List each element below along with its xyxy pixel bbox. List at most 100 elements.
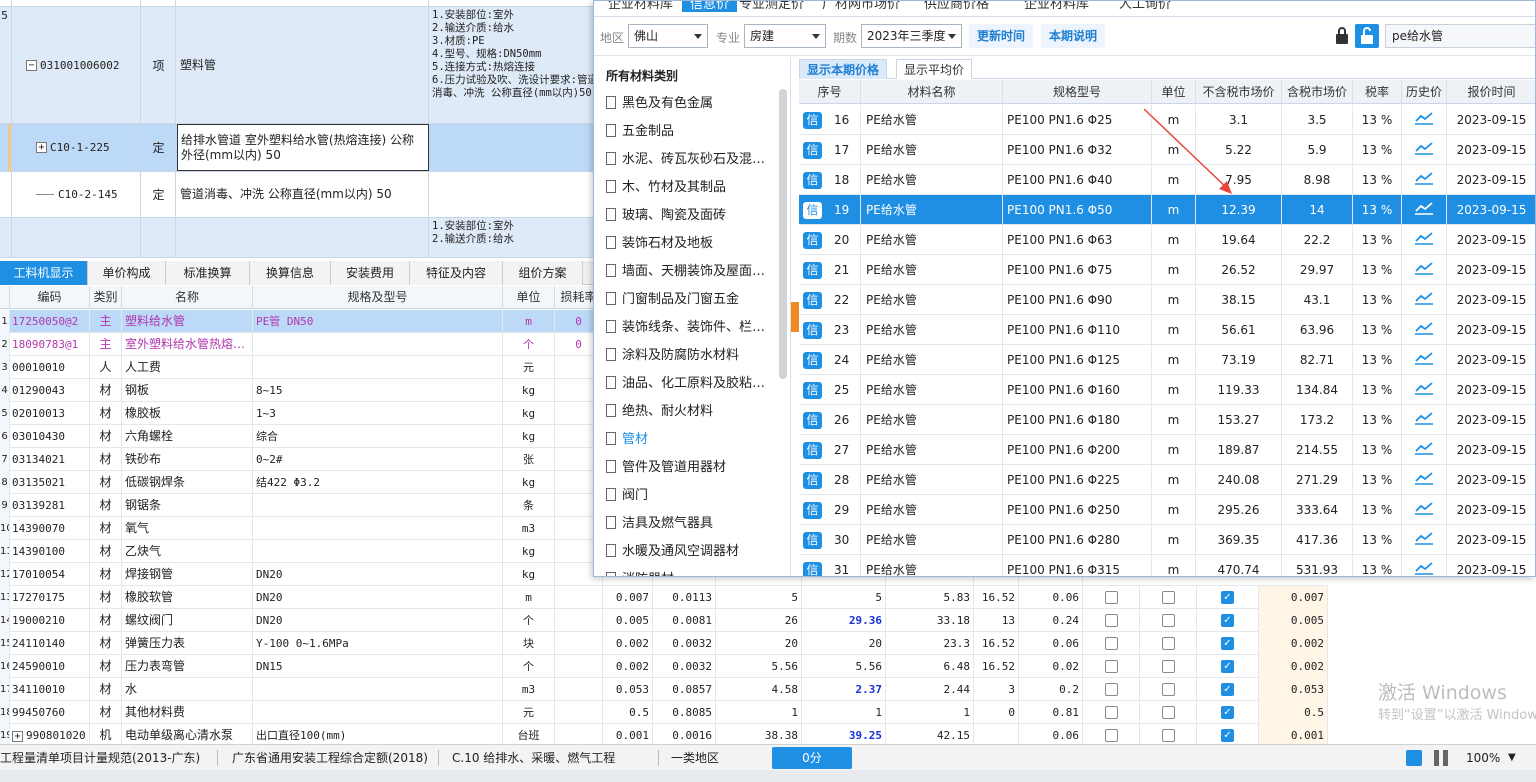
update-time-button[interactable]: 更新时间 bbox=[969, 24, 1034, 48]
checkbox[interactable] bbox=[1104, 706, 1118, 719]
price-source-tab-1[interactable]: 信息价 bbox=[682, 1, 738, 12]
history-chart-icon[interactable] bbox=[1414, 196, 1434, 226]
history-chart-icon[interactable] bbox=[1414, 256, 1434, 286]
checkbox-checked[interactable]: ✓ bbox=[1221, 614, 1234, 627]
category-item[interactable]: 消防器材 bbox=[606, 566, 771, 576]
info-badge-icon[interactable]: 信 bbox=[803, 232, 822, 249]
category-item[interactable]: 阀门 bbox=[606, 482, 771, 510]
split-view-icon[interactable] bbox=[1434, 750, 1448, 766]
history-chart-icon[interactable] bbox=[1414, 106, 1434, 136]
history-chart-icon[interactable] bbox=[1414, 286, 1434, 316]
price-row[interactable]: 信 27 PE给水管 PE100 PN1.6 Φ200 m 189.87 214.55 13 … bbox=[799, 435, 1535, 465]
tree-row[interactable]: 1.安装部位:室外 2.输送介质:给水 bbox=[0, 218, 600, 258]
history-chart-icon[interactable] bbox=[1414, 406, 1434, 436]
period-explain-button[interactable]: 本期说明 bbox=[1041, 24, 1106, 48]
info-badge-icon[interactable]: 信 bbox=[803, 112, 822, 129]
info-badge-icon[interactable]: 信 bbox=[803, 412, 822, 429]
price-row[interactable]: 信 25 PE给水管 PE100 PN1.6 Φ160 m 119.33 134.84 13 … bbox=[799, 375, 1535, 406]
checkbox[interactable] bbox=[1104, 637, 1118, 650]
history-chart-icon[interactable] bbox=[1414, 346, 1434, 376]
price-row[interactable]: 信 30 PE给水管 PE100 PN1.6 Φ280 m 369.35 417.36 13 … bbox=[799, 525, 1535, 555]
tab-1[interactable]: 单价构成 bbox=[88, 261, 166, 285]
checkbox[interactable] bbox=[1161, 591, 1175, 604]
info-badge-icon[interactable]: 信 bbox=[803, 352, 822, 369]
info-badge-icon[interactable]: 信 bbox=[803, 382, 822, 399]
checkbox[interactable] bbox=[1161, 637, 1175, 650]
category-item[interactable]: 装饰石材及地板 bbox=[606, 230, 771, 258]
checkbox[interactable] bbox=[1161, 683, 1175, 696]
expand-icon[interactable]: + bbox=[36, 142, 47, 153]
price-row[interactable]: 信 28 PE给水管 PE100 PN1.6 Φ225 m 240.08 271.29 13 … bbox=[799, 465, 1535, 495]
expand-icon[interactable]: + bbox=[12, 730, 23, 742]
checkbox[interactable] bbox=[1161, 729, 1175, 742]
info-badge-icon[interactable]: 信 bbox=[803, 532, 822, 549]
grid-row[interactable]: 1624590010材压力表弯管DN15个0.0020.00325.565.56… bbox=[0, 655, 1328, 678]
collapse-icon[interactable]: − bbox=[26, 59, 37, 71]
price-source-tab-6[interactable]: 人工询价 bbox=[1119, 1, 1171, 12]
grid-row[interactable]: 1524110140材弹簧压力表Y-100 0~1.6MPa块0.0020.00… bbox=[0, 632, 1328, 655]
price-source-tab-3[interactable]: 广材网市场价 bbox=[822, 1, 900, 12]
info-badge-icon[interactable]: 信 bbox=[803, 292, 822, 309]
price-row[interactable]: 信 20 PE给水管 PE100 PN1.6 Φ63 m 19.64 22.2 13 % 202… bbox=[799, 225, 1535, 256]
price-source-tab-4[interactable]: 供应商价格 bbox=[924, 1, 989, 12]
layout-icon[interactable] bbox=[1406, 750, 1422, 766]
category-scrollbar[interactable] bbox=[779, 89, 787, 379]
checkbox[interactable] bbox=[1104, 660, 1118, 673]
price-row[interactable]: 信 29 PE给水管 PE100 PN1.6 Φ250 m 295.26 333.64 13 … bbox=[799, 495, 1535, 526]
price-row[interactable]: 信 22 PE给水管 PE100 PN1.6 Φ90 m 38.15 43.1 13 % 202… bbox=[799, 285, 1535, 316]
tree-row[interactable]: C10-2-145 定管道消毒、冲洗 公称直径(mm以内) 50 bbox=[0, 172, 600, 218]
grid-row[interactable]: 1317270175材橡胶软管DN20m0.0070.0113555.8316.… bbox=[0, 586, 1328, 609]
info-badge-icon[interactable]: 信 bbox=[803, 472, 822, 489]
checkbox-checked[interactable]: ✓ bbox=[1221, 637, 1234, 650]
price-source-tab-0[interactable]: 企业材料库 bbox=[608, 1, 673, 12]
category-item[interactable]: 管件及管道用器材 bbox=[606, 454, 771, 482]
tree-row[interactable]: + C10-1-225 定给排水管道 室外塑料给水管(热熔连接) 公称外径(mm以内… bbox=[0, 124, 600, 172]
history-chart-icon[interactable] bbox=[1414, 496, 1434, 526]
zoom-down-icon[interactable]: ▼ bbox=[1508, 745, 1516, 771]
checkbox[interactable] bbox=[1104, 729, 1118, 742]
tab-4[interactable]: 安装费用 bbox=[331, 261, 410, 285]
grid-row[interactable]: 1734110010材水m30.0530.08574.582.372.4430.… bbox=[0, 678, 1328, 701]
info-badge-icon[interactable]: 信 bbox=[803, 142, 822, 159]
history-chart-icon[interactable] bbox=[1414, 226, 1434, 256]
region-select[interactable]: 佛山 bbox=[628, 24, 708, 48]
info-badge-icon[interactable]: 信 bbox=[803, 322, 822, 339]
price-source-tab-5[interactable]: 企业材料库 bbox=[1024, 1, 1089, 12]
grid-row[interactable]: 19+990801020机电动单级离心清水泵出口直径100(mm)台班0.001… bbox=[0, 724, 1328, 744]
category-item[interactable]: 绝热、耐火材料 bbox=[606, 398, 771, 426]
category-item[interactable]: 管材 bbox=[606, 426, 771, 454]
info-badge-icon[interactable]: 信 bbox=[803, 262, 822, 279]
tab-5[interactable]: 特征及内容 bbox=[410, 261, 503, 285]
tab-2[interactable]: 标准换算 bbox=[166, 261, 250, 285]
price-row[interactable]: 信 31 PE给水管 PE100 PN1.6 Φ315 m 470.74 531.93 13 … bbox=[799, 555, 1535, 577]
category-item[interactable]: 油品、化工原料及胶粘… bbox=[606, 370, 771, 398]
collapse-handle[interactable] bbox=[791, 302, 799, 332]
major-select[interactable]: 房建 bbox=[744, 24, 826, 48]
tab-average-price[interactable]: 显示平均价 bbox=[896, 59, 973, 79]
score-badge[interactable]: 0分 bbox=[772, 747, 852, 769]
category-item[interactable]: 木、竹材及其制品 bbox=[606, 174, 771, 202]
info-badge-icon[interactable]: 信 bbox=[803, 172, 822, 189]
checkbox[interactable] bbox=[1161, 614, 1175, 627]
tab-0[interactable]: 工料机显示 bbox=[0, 261, 88, 285]
category-item[interactable]: 水暖及通风空调器材 bbox=[606, 538, 771, 566]
price-row[interactable]: 信 24 PE给水管 PE100 PN1.6 Φ125 m 73.19 82.71 13 % 2… bbox=[799, 345, 1535, 376]
price-row[interactable]: 信 23 PE给水管 PE100 PN1.6 Φ110 m 56.61 63.96 13 % 2… bbox=[799, 315, 1535, 345]
material-search-input[interactable]: pe给水管 bbox=[1385, 24, 1535, 48]
tree-row[interactable] bbox=[0, 0, 600, 7]
tab-6[interactable]: 组价方案 bbox=[503, 261, 583, 285]
grid-row[interactable]: 1419000210材螺纹阀门DN20个0.0050.00812629.3633… bbox=[0, 609, 1328, 632]
category-item[interactable]: 涂料及防腐防水材料 bbox=[606, 342, 771, 370]
history-chart-icon[interactable] bbox=[1414, 376, 1434, 406]
tree-row[interactable]: 5−031001006002 项塑料管 1.安装部位:室外 2.输送介质:给水 3.… bbox=[0, 7, 600, 124]
checkbox-checked[interactable]: ✓ bbox=[1221, 660, 1234, 673]
checkbox[interactable] bbox=[1104, 591, 1118, 604]
lock-icon[interactable] bbox=[1334, 26, 1350, 46]
history-chart-icon[interactable] bbox=[1414, 556, 1434, 577]
category-item[interactable]: 装饰线条、装饰件、栏… bbox=[606, 314, 771, 342]
period-select[interactable]: 2023年三季度 bbox=[861, 24, 962, 48]
checkbox[interactable] bbox=[1161, 706, 1175, 719]
category-item[interactable]: 玻璃、陶瓷及面砖 bbox=[606, 202, 771, 230]
price-row[interactable]: 信 21 PE给水管 PE100 PN1.6 Φ75 m 26.52 29.97 13 % 20… bbox=[799, 255, 1535, 286]
checkbox[interactable] bbox=[1104, 614, 1118, 627]
